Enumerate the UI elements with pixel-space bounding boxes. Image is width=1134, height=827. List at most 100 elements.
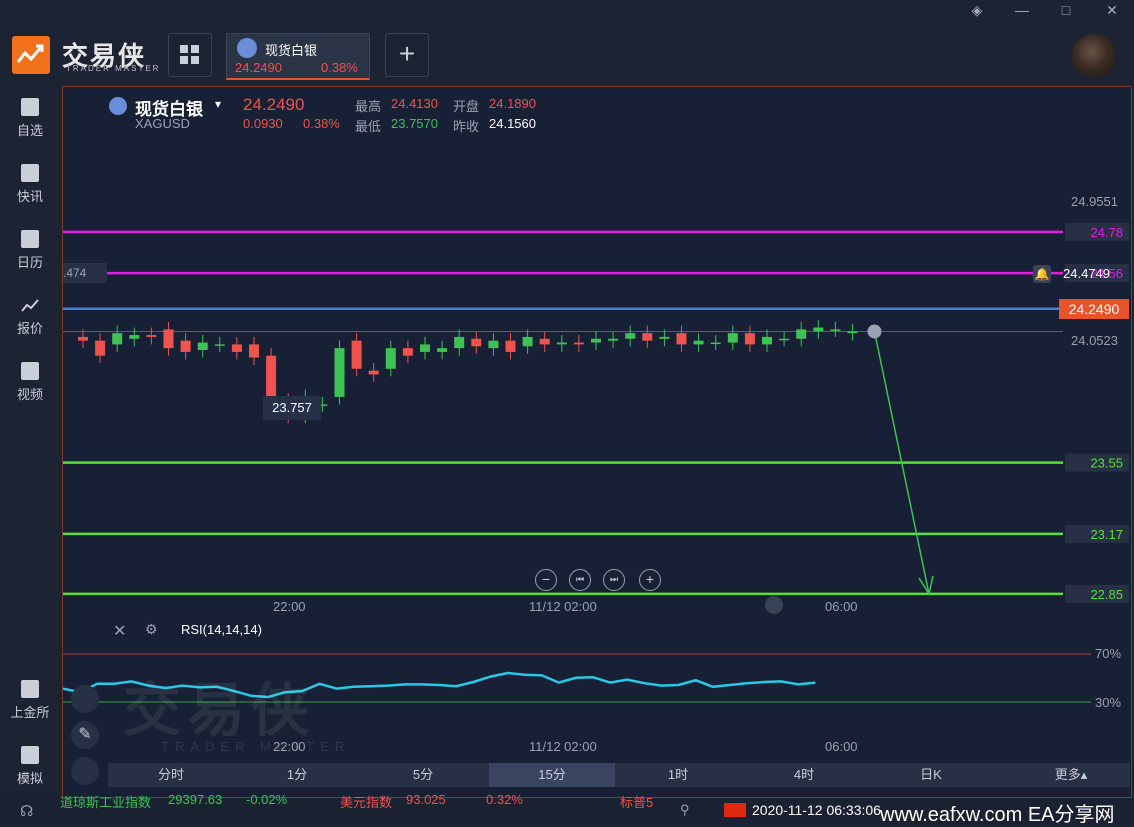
sidebar-item-label: 快讯: [16, 189, 43, 204]
site-watermark: www.eafxw.com EA分享网: [880, 804, 1115, 826]
candle-body: [488, 340, 499, 349]
add-tab-button[interactable]: +: [385, 33, 429, 77]
indicator-tool-icon[interactable]: [71, 757, 99, 785]
link-icon[interactable]: ⚲: [680, 802, 690, 818]
skip-forward-button[interactable]: ⏭: [603, 569, 625, 591]
ticker-name[interactable]: 美元指数: [340, 792, 392, 811]
tab-instrument[interactable]: 现货白银 24.2490 0.38%: [226, 33, 370, 80]
tab-instrument-change: 0.38%: [321, 60, 358, 75]
candle-body: [368, 370, 379, 375]
candle-body: [676, 333, 687, 345]
chart-panel[interactable]: 现货白银 ▾ XAGUSD 24.2490 0.0930 0.38% 最高 24…: [62, 86, 1132, 798]
candle-body: [608, 338, 619, 341]
tab-timeframe-day[interactable]: 日K: [868, 763, 994, 787]
time-label: 22:00: [273, 599, 306, 614]
news-icon: [21, 164, 39, 182]
sidebar-item-label: 报价: [16, 321, 43, 336]
watermark-logo: 交易侠: [123, 678, 316, 743]
candle-body: [847, 331, 858, 334]
sidebar-item-label: 日历: [16, 255, 43, 270]
china-flag-icon: [724, 803, 746, 817]
candle-body: [573, 342, 584, 345]
candle-body: [642, 333, 653, 341]
reset-view-button[interactable]: [765, 596, 783, 614]
tab-timeframe-time[interactable]: 分时: [108, 763, 234, 787]
tab-timeframe-1h[interactable]: 1时: [615, 763, 741, 787]
sidebar-item-watchlist[interactable]: 自选: [0, 98, 60, 139]
zoom-out-button[interactable]: −: [535, 569, 557, 591]
settings-icon[interactable]: ⚙: [145, 621, 158, 638]
candle-tool-icon[interactable]: [71, 685, 99, 713]
grid-icon: [180, 45, 199, 64]
layout-grid-button[interactable]: [168, 33, 212, 77]
close-indicator-icon[interactable]: ✕: [113, 621, 126, 641]
exchange-icon: [21, 680, 39, 698]
alert-bell-icon[interactable]: 🔔: [1033, 265, 1051, 283]
sidebar-item-simulate[interactable]: 模拟: [0, 746, 60, 787]
price-axis-mid: 24.0523: [1071, 333, 1118, 348]
bookmark-icon: [21, 98, 39, 116]
candle-body: [112, 333, 123, 345]
level-tag-label: 24.78: [1090, 225, 1123, 240]
candle-body: [402, 348, 413, 356]
sidebar-item-calendar[interactable]: 日历: [0, 230, 60, 271]
skin-icon[interactable]: ◈: [965, 2, 989, 22]
candle-body: [146, 335, 157, 337]
candle-body: [420, 344, 430, 352]
crosshair-left-tag: .474: [63, 263, 107, 283]
timeframe-bar: 分时 1分 5分 15分 1时 4时 日K 更多▴: [108, 763, 1130, 787]
tab-instrument-price: 24.2490: [235, 60, 282, 75]
candle-body: [796, 329, 807, 339]
candlestick-chart[interactable]: 24.7824.5624.3723.5523.1722.85: [63, 87, 1131, 647]
video-icon: [21, 362, 39, 380]
zoom-in-button[interactable]: +: [639, 569, 661, 591]
rsi-time-label: 06:00: [825, 739, 858, 754]
tab-timeframe-15m[interactable]: 15分: [489, 763, 615, 787]
candle-body: [762, 336, 772, 345]
sidebar-item-label: 自选: [16, 123, 43, 138]
maximize-button[interactable]: □: [1054, 2, 1078, 22]
candle-body: [180, 340, 191, 352]
ticker-name[interactable]: 标普5: [620, 792, 653, 811]
candle-body: [522, 336, 533, 347]
sidebar-item-label: 模拟: [16, 771, 43, 786]
tab-timeframe-1m[interactable]: 1分: [234, 763, 360, 787]
tab-timeframe-4h[interactable]: 4时: [741, 763, 867, 787]
candle-body: [249, 344, 259, 358]
sidebar-item-label: 视频: [16, 387, 43, 402]
candle-body: [779, 338, 790, 341]
ticker-name[interactable]: 道琼斯工业指数: [60, 792, 151, 811]
candle-body: [710, 342, 721, 345]
candle-body: [197, 342, 208, 351]
wallet-icon: [21, 746, 39, 764]
candle-body: [813, 327, 824, 332]
tab-instrument-name: 现货白银: [265, 43, 318, 58]
sidebar-item-video[interactable]: 视频: [0, 362, 60, 403]
title-bar: 交易侠 TRADER MASTER 现货白银 24.2490 0.38% + ◈…: [0, 0, 1134, 84]
level-tag-label: 23.17: [1090, 527, 1123, 542]
candle-body: [95, 340, 106, 356]
time-label: 11/12 02:00: [529, 599, 597, 614]
rsi-upper-label: 70%: [1095, 646, 1122, 661]
sidebar-item-label: 上金所: [10, 705, 50, 720]
sidebar-item-exchange[interactable]: 上金所: [0, 680, 60, 721]
pen-tool-icon[interactable]: ✎: [71, 721, 99, 749]
current-price-tag: 24.2490: [1059, 299, 1129, 319]
time-label: 06:00: [825, 599, 858, 614]
candle-body: [454, 336, 465, 349]
minimize-button[interactable]: —: [1010, 2, 1034, 22]
rsi-lower-label: 30%: [1095, 695, 1122, 710]
more-timeframes-button[interactable]: 更多▴: [1008, 763, 1134, 787]
skip-back-button[interactable]: ⏮: [569, 569, 591, 591]
avatar[interactable]: [1072, 34, 1116, 78]
close-button[interactable]: ✕: [1100, 2, 1124, 22]
sidebar: 自选 快讯 日历 报价 视频 上金所 模拟: [0, 86, 60, 798]
sidebar-item-news[interactable]: 快讯: [0, 164, 60, 205]
tab-timeframe-5m[interactable]: 5分: [360, 763, 486, 787]
candle-body: [78, 336, 88, 341]
rsi-label: RSI(14,14,14): [181, 622, 262, 637]
silver-coin-icon: [237, 38, 257, 58]
support-icon[interactable]: ☊: [20, 802, 33, 820]
candle-body: [437, 348, 448, 352]
sidebar-item-quotes[interactable]: 报价: [0, 296, 60, 337]
